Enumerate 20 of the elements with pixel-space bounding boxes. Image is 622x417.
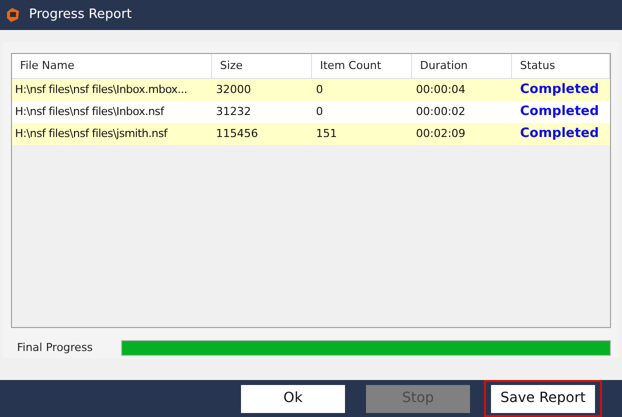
status-text: Completed: [519, 125, 600, 144]
table-cell-text: 00:00:02: [415, 104, 466, 120]
status-text: Completed: [519, 103, 600, 122]
table-cell-text: 31232: [215, 104, 252, 120]
table-cell-text: H:\nsf files\nsf files\Inbox.mbox...: [14, 82, 188, 98]
table-cell-text: 32000: [215, 82, 252, 98]
table-cell-text: H:\nsf files\nsf files\jsmith.nsf: [14, 126, 169, 142]
status-text: Completed: [519, 81, 600, 100]
app-logo-icon: [5, 7, 21, 23]
window-title: Progress Report: [29, 6, 132, 24]
table-cell-text: 0: [315, 104, 324, 120]
progress-label: Final Progress: [16, 340, 94, 356]
table-cell-text: H:\nsf files\nsf files\Inbox.nsf: [14, 104, 166, 120]
table-cell-text: 00:02:09: [415, 126, 466, 142]
table-cell-text: 115456: [215, 126, 259, 142]
dialog-button[interactable]: Ok: [241, 384, 345, 412]
dialog-button[interactable]: Save Report: [491, 384, 595, 412]
table-cell-text: 151: [315, 126, 338, 142]
table-cell-text: 0: [315, 82, 324, 98]
table-cell-text: 00:00:04: [415, 82, 466, 98]
